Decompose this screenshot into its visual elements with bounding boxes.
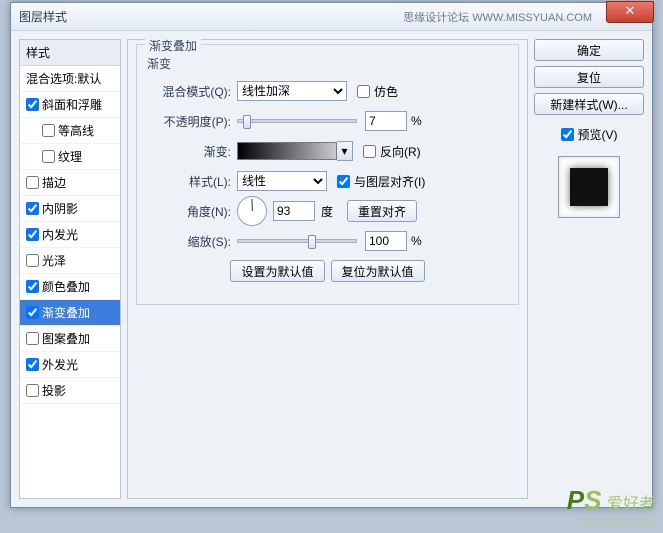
section-title: 渐变 [147,55,508,72]
new-style-button[interactable]: 新建样式(W)... [534,93,644,115]
sidebar-item-8[interactable]: 渐变叠加 [20,300,120,326]
sidebar-item-1[interactable]: 等高线 [20,118,120,144]
reset-align-button[interactable]: 重置对齐 [347,200,417,222]
sidebar-checkbox-1[interactable] [42,124,55,137]
sidebar-checkbox-7[interactable] [26,280,39,293]
gradient-dropdown-icon[interactable]: ▾ [337,141,353,161]
scale-slider[interactable] [237,239,357,243]
sidebar-checkbox-8[interactable] [26,306,39,319]
reverse-checkbox[interactable] [363,145,376,158]
side-buttons: 确定 复位 新建样式(W)... 预览(V) [534,39,644,499]
sidebar-checkbox-6[interactable] [26,254,39,267]
title-watermark: 思缘设计论坛 WWW.MISSYUAN.COM [403,9,592,25]
sidebar-checkbox-9[interactable] [26,332,39,345]
sidebar-item-label: 外发光 [42,356,78,373]
sidebar-item-7[interactable]: 颜色叠加 [20,274,120,300]
main-panel: 渐变叠加 渐变 混合模式(Q): 线性加深 仿色 不透明度(P): % [127,39,528,499]
sidebar-checkbox-2[interactable] [42,150,55,163]
opacity-input[interactable] [365,111,407,131]
style-select[interactable]: 线性 [237,171,327,191]
opacity-label: 不透明度(P): [147,113,237,130]
sidebar-item-label: 光泽 [42,252,66,269]
preview-label: 预览(V) [578,126,618,143]
sidebar-item-3[interactable]: 描边 [20,170,120,196]
sidebar-item-0[interactable]: 斜面和浮雕 [20,92,120,118]
sidebar-blend-default[interactable]: 混合选项:默认 [20,66,120,92]
window-title: 图层样式 [19,8,67,25]
scale-label: 缩放(S): [147,233,237,250]
sidebar-header[interactable]: 样式 [20,40,120,66]
sidebar-item-6[interactable]: 光泽 [20,248,120,274]
opacity-unit: % [411,114,422,128]
gradient-label: 渐变: [147,143,237,160]
sidebar-checkbox-5[interactable] [26,228,39,241]
set-default-button[interactable]: 设置为默认值 [230,260,324,282]
ok-button[interactable]: 确定 [534,39,644,61]
sidebar-item-label: 斜面和浮雕 [42,96,102,113]
sidebar-item-4[interactable]: 内阴影 [20,196,120,222]
sidebar-item-label: 颜色叠加 [42,278,90,295]
page-watermark: PS 爱好者 www.psahz.com [567,485,655,527]
sidebar-checkbox-10[interactable] [26,358,39,371]
close-button[interactable]: ✕ [606,1,654,23]
sidebar-item-2[interactable]: 纹理 [20,144,120,170]
sidebar-item-5[interactable]: 内发光 [20,222,120,248]
angle-label: 角度(N): [147,203,237,220]
dither-checkbox[interactable] [357,85,370,98]
sidebar-item-11[interactable]: 投影 [20,378,120,404]
reverse-label: 反向(R) [380,143,421,160]
scale-unit: % [411,234,422,248]
titlebar[interactable]: 图层样式 思缘设计论坛 WWW.MISSYUAN.COM ✕ [11,3,652,31]
gradient-preview[interactable] [237,142,337,160]
angle-unit: 度 [321,203,333,220]
align-checkbox[interactable] [337,175,350,188]
sidebar-item-9[interactable]: 图案叠加 [20,326,120,352]
sidebar-item-label: 内发光 [42,226,78,243]
dither-label: 仿色 [374,83,398,100]
style-sidebar: 样式 混合选项:默认 斜面和浮雕等高线纹理描边内阴影内发光光泽颜色叠加渐变叠加图… [19,39,121,499]
cancel-button[interactable]: 复位 [534,66,644,88]
preview-inner [570,168,608,206]
sidebar-checkbox-3[interactable] [26,176,39,189]
sidebar-item-label: 渐变叠加 [42,304,90,321]
style-label: 样式(L): [147,173,237,190]
sidebar-item-label: 图案叠加 [42,330,90,347]
blend-mode-select[interactable]: 线性加深 [237,81,347,101]
blend-mode-label: 混合模式(Q): [147,83,237,100]
sidebar-checkbox-4[interactable] [26,202,39,215]
sidebar-item-label: 内阴影 [42,200,78,217]
sidebar-item-label: 等高线 [58,122,94,139]
angle-dial[interactable] [237,196,267,226]
fieldset-title: 渐变叠加 [145,37,201,54]
sidebar-item-label: 投影 [42,382,66,399]
reset-default-button[interactable]: 复位为默认值 [331,260,425,282]
opacity-slider[interactable] [237,119,357,123]
sidebar-item-label: 纹理 [58,148,82,165]
sidebar-item-10[interactable]: 外发光 [20,352,120,378]
preview-thumbnail [558,156,620,218]
sidebar-item-label: 描边 [42,174,66,191]
preview-checkbox[interactable] [561,128,574,141]
sidebar-checkbox-11[interactable] [26,384,39,397]
angle-input[interactable] [273,201,315,221]
scale-input[interactable] [365,231,407,251]
align-label: 与图层对齐(I) [354,173,425,190]
layer-style-dialog: 图层样式 思缘设计论坛 WWW.MISSYUAN.COM ✕ 样式 混合选项:默… [10,2,653,508]
sidebar-checkbox-0[interactable] [26,98,39,111]
